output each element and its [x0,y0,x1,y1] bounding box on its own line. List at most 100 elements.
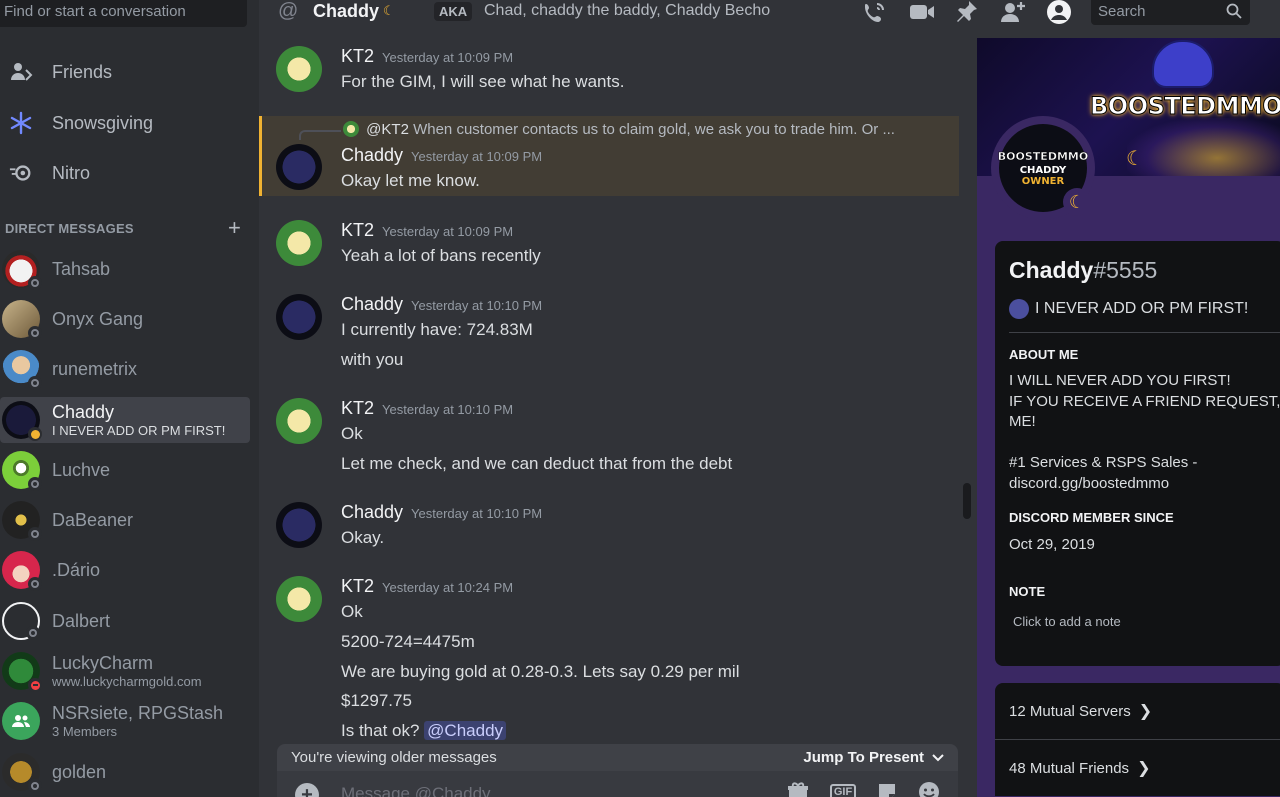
dm-item-onyx-gang[interactable]: Onyx Gang [0,296,250,342]
sidebar-item-nitro[interactable]: Nitro [0,151,250,195]
avatar-chaddy[interactable] [276,144,322,190]
message-author[interactable]: Chaddy Yesterday at 10:10 PM [341,502,542,523]
dm-name: NSRsiete, RPGStash [52,702,224,723]
jump-to-present-button[interactable]: Jump To Present [803,749,944,766]
message-scrollbar-thumb[interactable] [963,483,971,519]
dm-name: Chaddy [52,401,115,422]
dm-item-runemetrix[interactable]: runemetrix [0,346,250,392]
message-author[interactable]: Chaddy Yesterday at 10:10 PM [341,294,542,315]
status-offline-icon [28,527,42,541]
dm-name: DaBeaner [52,509,134,530]
banner-mascot [1152,40,1214,88]
sticker-icon[interactable] [874,781,900,797]
avatar-chaddy[interactable] [276,502,322,548]
user-profile-toggle-icon[interactable] [1046,0,1072,24]
message-author[interactable]: Chaddy Yesterday at 10:09 PM [341,145,542,166]
idle-moon-icon: ☾ [383,3,395,18]
dm-member-count: 3 Members [52,723,118,739]
dm-name: golden [52,761,107,782]
avatar-rpgstash[interactable] [276,46,322,92]
gift-icon[interactable] [785,781,811,797]
banner-glow [1127,118,1280,176]
member-since-date: Oct 29, 2019 [1009,536,1095,553]
start-voice-call-icon[interactable] [861,0,887,24]
message-author[interactable]: KT2 Yesterday at 10:09 PM [341,220,513,241]
dm-item-golden[interactable]: golden [0,749,250,795]
search-input[interactable]: Search [1091,0,1250,25]
banner-moon-icon: ☾ [1126,148,1144,170]
channel-title[interactable]: Chaddy [313,0,379,22]
reply-preview[interactable]: @KT2 When customer contacts us to claim … [343,121,895,138]
profile-avatar[interactable]: BOOSTEDMMO CHADDY OWNER ☾ [991,116,1095,220]
pinned-messages-icon[interactable] [954,0,980,24]
dm-item-dabeaner[interactable]: DaBeaner [0,497,250,543]
emoji-icon[interactable] [916,781,942,797]
message-author[interactable]: KT2 Yesterday at 10:24 PM [341,576,513,597]
mutual-servers-button[interactable]: 12 Mutual Servers ❯ [995,683,1280,739]
dm-name: Dalbert [52,610,111,631]
status-emoji-icon [1009,299,1029,319]
user-profile-panel: BOOSTEDMMO ☾ BOOSTEDMMO CHADDY OWNER ☾ C… [977,38,1280,797]
channel-header: @ Chaddy ☾ AKA Chad, chaddy the baddy, C… [259,0,1280,25]
create-dm-plus-icon[interactable]: + [228,217,241,239]
dm-name: Onyx Gang [52,308,144,329]
avatar-text-name: CHADDY [1019,164,1067,176]
avatar-rpgstash[interactable] [276,398,322,444]
direct-messages-header: DIRECT MESSAGES + [5,217,241,239]
avatar [2,451,42,491]
dm-item-luchve[interactable]: Luchve [0,447,250,493]
member-since-header: DISCORD MEMBER SINCE [1009,510,1174,525]
dm-name: runemetrix [52,358,138,379]
dm-custom-status: I NEVER ADD OR PM FIRST! [52,422,226,438]
status-offline-icon [26,626,40,640]
message-content: $1297.75 [341,691,412,710]
dm-item-group-nsrsiete-rpgstash[interactable]: NSRsiete, RPGStash 3 Members [0,698,250,744]
start-video-call-icon[interactable] [909,0,935,24]
find-conversation-input[interactable]: Find or start a conversation [0,0,247,27]
message-timestamp: Yesterday at 10:09 PM [382,224,514,239]
reply-text: When customer contacts us to claim gold,… [413,121,895,138]
status-offline-icon [28,276,42,290]
message-content: Ok [341,602,363,621]
upload-plus-icon[interactable]: + [295,783,319,797]
message-input[interactable]: Message @Chaddy [341,784,491,797]
dm-item-tahsab[interactable]: Tahsab [0,246,250,292]
dm-item-luckycharm[interactable]: LuckyCharm www.luckycharmgold.com [0,648,250,694]
message-content: Ok [341,424,363,443]
chevron-right-icon: ❯ [1137,760,1151,777]
avatar-chaddy[interactable] [276,294,322,340]
message-content: Let me check, and we can deduct that fro… [341,454,733,473]
user-mention[interactable]: @Chaddy [424,721,507,740]
note-header: NOTE [1009,584,1046,599]
dm-item-chaddy[interactable]: Chaddy I NEVER ADD OR PM FIRST! [0,397,250,443]
message-content: I currently have: 724.83M [341,320,533,339]
sidebar-item-label: Nitro [52,162,91,183]
message-list[interactable]: KT2 Yesterday at 10:09 PM For the GIM, I … [259,38,959,797]
sidebar-item-snowsgiving[interactable]: Snowsgiving [0,101,250,145]
avatar-rpgstash[interactable] [276,220,322,266]
dm-item-dalbert[interactable]: Dalbert [0,598,250,644]
message-author[interactable]: KT2 Yesterday at 10:10 PM [341,398,513,419]
nitro-icon [9,161,33,185]
avatar [2,551,42,591]
avatar-rpgstash[interactable] [276,576,322,622]
avatar [2,401,42,441]
gif-button[interactable]: GIF [829,781,857,797]
dm-name: .Dário [52,559,101,580]
reply-spine [299,130,341,140]
aka-badge: AKA [434,2,473,21]
sidebar-item-friends[interactable]: Friends [0,50,250,94]
status-idle-icon [28,427,42,441]
message-composer[interactable]: + Message @Chaddy GIF [277,771,958,797]
status-offline-icon [28,376,42,390]
status-dnd-icon [28,678,42,692]
message-timestamp: Yesterday at 10:10 PM [411,298,543,313]
profile-username[interactable]: Chaddy#5555 [1009,257,1157,284]
avatar [2,250,42,290]
note-input[interactable]: Click to add a note [1013,614,1121,629]
add-friends-to-dm-icon[interactable] [1000,0,1026,24]
reply-author[interactable]: @KT2 [366,121,409,138]
dm-item-dario[interactable]: .Dário [0,547,250,593]
message-author[interactable]: KT2 Yesterday at 10:09 PM [341,46,513,67]
mutual-friends-button[interactable]: 48 Mutual Friends ❯ [995,740,1280,796]
